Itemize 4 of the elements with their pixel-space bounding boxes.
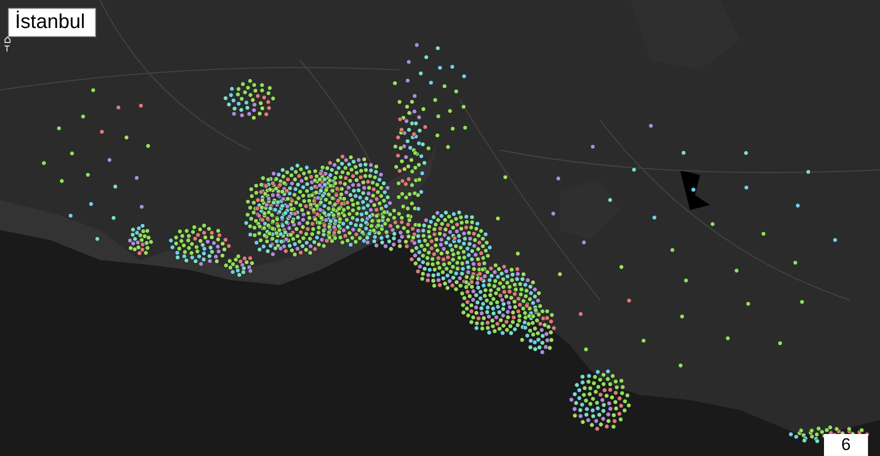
home-icon[interactable] [4, 36, 11, 43]
text-tool-icon[interactable] [4, 45, 11, 52]
page-number: 6 [824, 434, 868, 456]
map-title: İstanbul [8, 8, 96, 37]
